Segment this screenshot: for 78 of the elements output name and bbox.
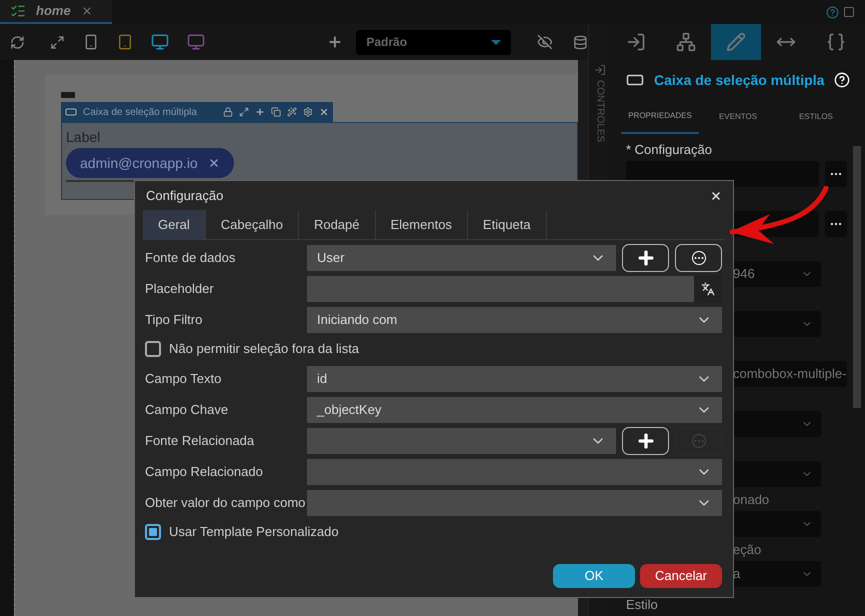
field-label: Fonte Relacionada xyxy=(145,432,256,450)
enter-icon xyxy=(594,64,606,76)
field-label: Obter valor do campo como xyxy=(145,494,306,512)
close-icon[interactable] xyxy=(710,190,722,202)
phone-icon[interactable] xyxy=(82,34,99,50)
checkbox[interactable] xyxy=(145,524,161,540)
tree-icon xyxy=(676,32,696,52)
dialog-tab[interactable]: Rodapé xyxy=(298,210,376,239)
select-field[interactable]: id xyxy=(307,366,722,392)
database-icon[interactable] xyxy=(573,34,588,50)
select-field[interactable] xyxy=(307,458,722,484)
select-field[interactable]: User xyxy=(307,244,616,270)
chip[interactable]: admin@cronapp.io xyxy=(66,148,234,178)
field-label: Campo Texto xyxy=(145,370,222,388)
field-label: Placeholder xyxy=(145,280,215,298)
select-field[interactable]: Iniciando com xyxy=(307,306,722,332)
dialog-tab[interactable]: Etiqueta xyxy=(468,210,547,239)
panel-subtab[interactable]: ESTILOS xyxy=(777,100,855,134)
more-button[interactable] xyxy=(675,244,722,272)
settings-icon[interactable] xyxy=(303,107,313,117)
desktop-icon[interactable] xyxy=(150,33,169,51)
remove-icon[interactable] xyxy=(208,157,220,169)
checkbox-label: Usar Template Personalizado xyxy=(169,523,339,542)
form-icon xyxy=(10,3,26,19)
property-label: onado xyxy=(733,490,770,508)
select-field[interactable] xyxy=(307,490,722,516)
checkbox[interactable] xyxy=(145,341,161,357)
refresh-icon[interactable] xyxy=(10,34,25,50)
ellipsis-icon xyxy=(692,434,706,448)
expand-icon[interactable] xyxy=(50,34,65,50)
add-button[interactable] xyxy=(622,426,669,454)
ellipsis-icon xyxy=(692,250,706,264)
monitor-icon[interactable] xyxy=(186,33,205,51)
dialog-tab[interactable]: Cabeçalho xyxy=(206,210,299,239)
field-label: Tipo Filtro xyxy=(145,310,204,329)
dialog-tab[interactable]: Geral xyxy=(143,210,206,239)
eye-off-icon[interactable] xyxy=(537,34,554,50)
theme-select[interactable]: Padrão xyxy=(356,30,512,54)
add-icon[interactable] xyxy=(255,107,265,117)
add-button[interactable] xyxy=(622,244,669,272)
code-icon xyxy=(826,32,846,52)
expand-icon[interactable] xyxy=(239,107,249,117)
select-field[interactable]: _objectKey xyxy=(307,396,722,422)
close-icon[interactable] xyxy=(319,107,329,117)
section-heading: Estilo xyxy=(626,597,658,612)
property-label: * Configuração xyxy=(626,140,712,159)
lock-icon[interactable] xyxy=(223,107,233,117)
field-label: Campo Relacionado xyxy=(145,462,264,481)
field-label: Fonte de dados xyxy=(145,248,236,267)
dialog-tab[interactable]: Elementos xyxy=(376,210,468,239)
translate-button[interactable] xyxy=(694,274,722,302)
translate-icon xyxy=(701,282,715,296)
input-field[interactable] xyxy=(307,276,694,302)
component-icon xyxy=(61,92,75,98)
panel-subtab[interactable]: EVENTOS xyxy=(699,100,777,134)
tablet-icon[interactable] xyxy=(116,34,133,50)
ok-button[interactable]: OK xyxy=(553,564,635,588)
copy-icon[interactable] xyxy=(271,107,281,117)
panel-title: Caixa de seleção múltipla xyxy=(654,70,824,90)
field-label: Campo Chave xyxy=(145,400,230,419)
scrollbar[interactable] xyxy=(853,146,861,408)
property-label: eção xyxy=(733,540,762,559)
add-icon[interactable] xyxy=(326,34,342,50)
cancel-button[interactable]: Cancelar xyxy=(640,564,722,588)
checkbox-label: Não permitir seleção fora da lista xyxy=(169,340,360,358)
plus-icon xyxy=(636,430,656,450)
panel-subtab[interactable]: PROPRIEDADES xyxy=(621,100,699,134)
window-icon[interactable] xyxy=(843,6,855,18)
file-tab[interactable]: home xyxy=(0,0,112,24)
plus-icon xyxy=(636,248,656,268)
component-toolbar: Caixa de seleção múltipla xyxy=(61,102,333,122)
caret-icon xyxy=(491,40,502,44)
enter-icon xyxy=(626,32,646,52)
pencil-icon xyxy=(726,32,746,52)
field-label: Label xyxy=(66,128,102,147)
select-field[interactable] xyxy=(307,428,616,454)
wand-icon[interactable] xyxy=(287,107,297,117)
combobox-icon xyxy=(65,106,77,118)
